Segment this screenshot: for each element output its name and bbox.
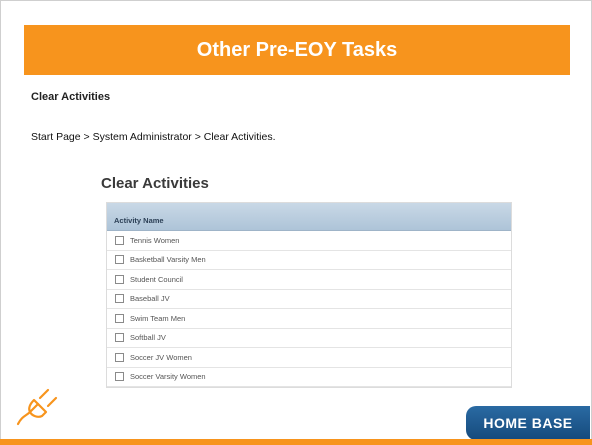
row-checkbox[interactable] [115, 352, 124, 362]
activity-name: Basketball Varsity Men [130, 255, 206, 265]
screenshot-title: Clear Activities [101, 175, 209, 192]
table-row[interactable]: Baseball JV [107, 290, 511, 309]
activity-name: Soccer Varsity Women [130, 372, 206, 382]
table-row[interactable]: Softball JV [107, 329, 511, 348]
row-checkbox[interactable] [115, 274, 124, 284]
table-header: Activity Name [107, 203, 511, 231]
activities-table: Activity Name Tennis Women Basketball Va… [106, 202, 512, 388]
plug-icon [16, 386, 60, 431]
row-checkbox[interactable] [115, 235, 124, 245]
title-banner: Other Pre-EOY Tasks [24, 25, 570, 75]
row-checkbox[interactable] [115, 333, 124, 343]
activity-name: Softball JV [130, 333, 166, 343]
row-checkbox[interactable] [115, 255, 124, 265]
table-row[interactable]: Soccer Varsity Women [107, 368, 511, 387]
activity-name: Baseball JV [130, 294, 170, 304]
activity-name: Swim Team Men [130, 313, 186, 323]
table-row[interactable]: Student Council [107, 270, 511, 290]
section-heading: Clear Activities [31, 91, 111, 103]
table-row[interactable]: Basketball Varsity Men [107, 251, 511, 270]
breadcrumb: Start Page > System Administrator > Clea… [31, 131, 276, 143]
activity-name: Student Council [130, 274, 183, 284]
row-checkbox[interactable] [115, 313, 124, 323]
row-checkbox[interactable] [115, 372, 124, 382]
column-header-activity-name: Activity Name [114, 216, 164, 225]
home-base-logo: HOME BASE [466, 406, 590, 440]
activity-name: Soccer JV Women [130, 352, 192, 362]
table-row[interactable]: Swim Team Men [107, 309, 511, 329]
row-checkbox[interactable] [115, 294, 124, 304]
table-row[interactable]: Soccer JV Women [107, 348, 511, 368]
logo-text: HOME BASE [483, 415, 573, 431]
activity-name: Tennis Women [130, 235, 180, 245]
table-row[interactable]: Tennis Women [107, 231, 511, 251]
footer-bar [0, 439, 592, 445]
slide-title: Other Pre-EOY Tasks [196, 38, 398, 61]
